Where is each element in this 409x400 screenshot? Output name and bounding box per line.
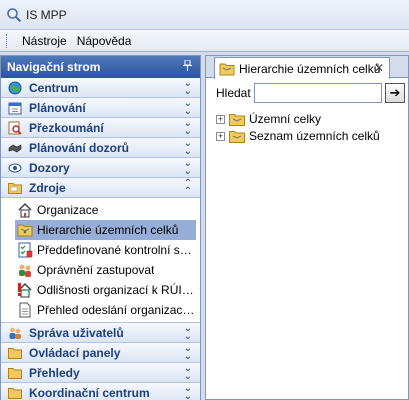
handshake-icon: [7, 141, 23, 155]
expand-plus-icon[interactable]: +: [216, 131, 225, 141]
tree-node-uzemni-celky[interactable]: + Územní celky: [216, 111, 380, 127]
nav-section-label: Přezkoumání: [29, 120, 104, 135]
checklist-icon: [17, 242, 33, 258]
pin-icon[interactable]: [183, 59, 192, 74]
toolbar-grip[interactable]: [6, 33, 9, 48]
folder-icon: [229, 113, 245, 126]
subitem-hierarchie-uzemnich-celku[interactable]: Hierarchie územních celků: [15, 220, 196, 240]
folder-hierarchy-icon: [17, 222, 33, 238]
nav-section-zdroje[interactable]: Zdroje ⌃ ⌃: [1, 178, 200, 198]
arrow-right-icon: ➔: [389, 85, 401, 100]
nav-section-centrum[interactable]: Centrum ⌄ ⌄: [1, 78, 200, 98]
subitem-prehled-odeslani[interactable]: Přehled odeslání organizací …: [15, 300, 196, 320]
nav-section-label: Plánování: [29, 100, 86, 115]
search-row: Hledat ➔: [206, 82, 409, 104]
search-label: Hledat: [216, 86, 251, 100]
nav-section-label: Zdroje: [29, 180, 66, 195]
nav-section-label: Přehledy: [29, 365, 80, 380]
calendar-icon: [7, 101, 23, 115]
folder-hierarchy-icon: [219, 62, 235, 76]
menu-bar: Nástroje Nápověda: [0, 30, 409, 52]
search-go-button[interactable]: ➔: [385, 83, 405, 103]
globe-icon: [7, 81, 23, 95]
eye-icon: [7, 161, 23, 175]
people-icon: [17, 262, 33, 278]
chevron-down-icon: ⌄ ⌄: [183, 383, 192, 400]
warning-house-icon: [17, 282, 33, 298]
nav-section-label: Dozory: [29, 160, 70, 175]
nav-section-koordinacni-centrum[interactable]: Koordinační centrum ⌄ ⌄: [1, 383, 200, 400]
subitem-preddefinovane-kontrolni[interactable]: Předdefinované kontrolní s…: [15, 240, 196, 260]
chevron-down-icon: ⌄ ⌄: [183, 138, 192, 157]
nav-section-planovani-dozoru[interactable]: Plánování dozorů ⌄ ⌄: [1, 138, 200, 158]
chevron-down-icon: ⌄ ⌄: [183, 98, 192, 117]
house-icon: [17, 202, 33, 218]
navigation-panel: Navigační strom Centrum ⌄ ⌄ Plánování ⌄ ⌄ …: [0, 55, 201, 400]
chevron-down-icon: ⌄ ⌄: [183, 363, 192, 382]
users-icon: [7, 326, 23, 340]
nav-section-dozory[interactable]: Dozory ⌄ ⌄: [1, 158, 200, 178]
folder-icon: [7, 346, 23, 360]
nav-section-label: Centrum: [29, 80, 79, 95]
nav-section-planovani[interactable]: Plánování ⌄ ⌄: [1, 98, 200, 118]
chevron-down-icon: ⌄ ⌄: [183, 158, 192, 177]
tree-node-seznam-uzemnich-celku[interactable]: + Seznam územních celků: [216, 128, 380, 144]
tab-hierarchie-uzemnich-celku[interactable]: Hierarchie územních celků ✕: [214, 57, 390, 79]
chevron-up-icon: ⌃ ⌃: [183, 178, 192, 197]
chevron-down-icon: ⌄ ⌄: [183, 118, 192, 137]
folder-icon: [7, 181, 23, 195]
nav-section-label: Ovládací panely: [29, 345, 121, 360]
nav-section-prehledy[interactable]: Přehledy ⌄ ⌄: [1, 363, 200, 383]
nav-section-label: Plánování dozorů: [29, 140, 130, 155]
nav-section-label: Koordinační centrum: [29, 385, 150, 400]
search-input[interactable]: [254, 83, 382, 103]
navigation-panel-title: Navigační strom: [7, 60, 101, 74]
close-icon[interactable]: ✕: [374, 61, 384, 75]
zdroje-sublist: Organizace Hierarchie územních celků Pře…: [1, 198, 200, 323]
folder-icon: [229, 130, 245, 143]
territorial-tree: + Územní celky + Seznam územních celků: [216, 111, 380, 145]
nav-section-label: Správa uživatelů: [29, 325, 124, 340]
title-bar: IS MPP: [0, 0, 409, 30]
chevron-down-icon: ⌄ ⌄: [183, 343, 192, 362]
nav-section-prezkoumani[interactable]: Přezkoumání ⌄ ⌄: [1, 118, 200, 138]
navigation-panel-header: Navigační strom: [1, 56, 200, 78]
menu-nastroje[interactable]: Nástroje: [17, 34, 72, 48]
folder-icon: [7, 366, 23, 380]
folder-icon: [7, 386, 23, 400]
tree-node-label: Územní celky: [249, 112, 322, 126]
nav-section-sprava-uzivatelu[interactable]: Správa uživatelů ⌄ ⌄: [1, 323, 200, 343]
subitem-opravneni-zastupovat[interactable]: Oprávnění zastupovat: [15, 260, 196, 280]
content-panel: Hierarchie územních celků ✕ Hledat ➔ + Ú…: [205, 55, 409, 400]
window-title: IS MPP: [26, 7, 67, 22]
tab-label: Hierarchie územních celků: [239, 61, 381, 76]
magnifier-icon: [7, 121, 23, 135]
chevron-down-icon: ⌄ ⌄: [183, 78, 192, 97]
magnifier-app-icon: [6, 7, 22, 23]
expand-plus-icon[interactable]: +: [216, 114, 225, 124]
subitem-odlisnosti-organizaci[interactable]: Odlišnosti organizací k RÚIAN: [15, 280, 196, 300]
nav-section-ovladaci-panely[interactable]: Ovládací panely ⌄ ⌄: [1, 343, 200, 363]
tab-strip: Hierarchie územních celků ✕: [206, 56, 408, 79]
document-icon: [17, 302, 33, 318]
subitem-organizace[interactable]: Organizace: [15, 200, 196, 220]
menu-napoveda[interactable]: Nápověda: [72, 34, 137, 48]
chevron-down-icon: ⌄ ⌄: [183, 323, 192, 342]
tree-node-label: Seznam územních celků: [249, 129, 380, 143]
